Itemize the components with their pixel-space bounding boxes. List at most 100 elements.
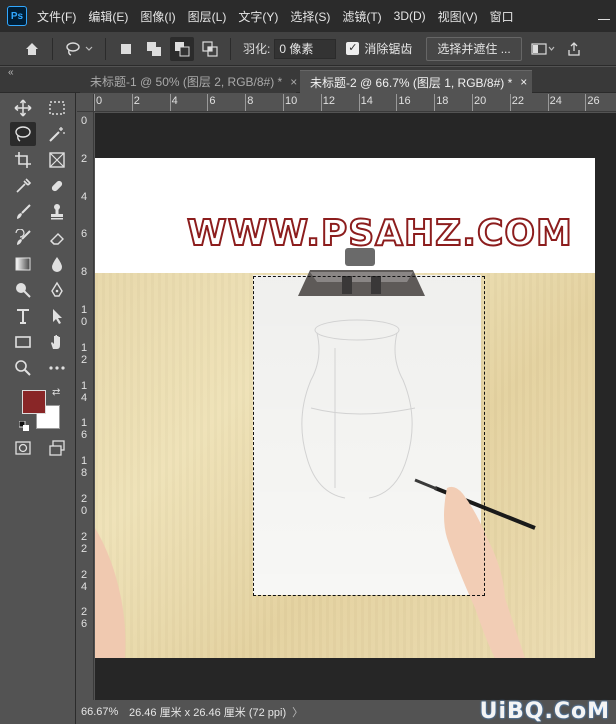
- add-to-selection-icon[interactable]: [142, 37, 166, 61]
- blur-tool-icon[interactable]: [44, 252, 70, 276]
- minimize-icon[interactable]: [598, 8, 610, 20]
- ruler-left-label: 2: [81, 152, 88, 165]
- ruler-left-label: 0: [81, 505, 88, 517]
- ruler-top-label: 14: [360, 95, 373, 107]
- share-icon[interactable]: [562, 37, 586, 61]
- menu-edit[interactable]: 编辑(E): [88, 8, 128, 25]
- menu-window[interactable]: 窗口: [490, 8, 514, 25]
- ruler-left-label: 1: [81, 379, 88, 392]
- home-icon[interactable]: [20, 37, 44, 61]
- zoom-level[interactable]: 66.67%: [77, 706, 127, 718]
- ruler-tick: [472, 94, 473, 111]
- options-bar: 羽化: ✓ 消除锯齿 选择并遮住 ...: [0, 32, 616, 66]
- canvas-workspace[interactable]: WWW.PSAHZ.COM: [95, 113, 616, 700]
- divider: [105, 37, 106, 60]
- zoom-tool-icon[interactable]: [10, 356, 36, 380]
- horizontal-ruler[interactable]: 0 2 4 6 8 10 12 14 16 18 20 22 24 26: [94, 94, 616, 112]
- ruler-tick: [207, 94, 209, 111]
- ruler-left-label: 1: [81, 417, 88, 430]
- ruler-tick: [283, 94, 284, 111]
- path-selection-tool-icon[interactable]: [44, 304, 70, 328]
- ruler-left-label: 0: [81, 316, 88, 328]
- ruler-top-label: 26: [587, 95, 600, 107]
- ruler-top-label: 12: [322, 95, 336, 107]
- site-logo: UiBQ.CoM: [479, 699, 610, 724]
- quick-mask-icon[interactable]: [10, 436, 36, 460]
- lasso-preset-icon[interactable]: [61, 37, 97, 61]
- menu-select[interactable]: 选择(S): [290, 8, 330, 25]
- ruler-left-label: 1: [81, 341, 88, 354]
- ruler-left-label: 4: [81, 391, 88, 404]
- close-icon[interactable]: ×: [520, 75, 527, 89]
- menu-image[interactable]: 图像(I): [140, 8, 175, 25]
- menu-type[interactable]: 文字(Y): [238, 8, 278, 25]
- subtract-from-selection-icon[interactable]: [170, 36, 194, 61]
- default-colors-icon[interactable]: [18, 420, 29, 431]
- ruler-top-label: 18: [436, 95, 449, 107]
- ruler-corner: [77, 94, 94, 112]
- ruler-top-label: 2: [133, 95, 140, 107]
- tab-document-1[interactable]: 未标题-1 @ 50% (图层 2, RGB/8#) * ×: [80, 70, 297, 93]
- healing-brush-tool-icon[interactable]: [44, 174, 70, 198]
- collapse-panels-icon[interactable]: «: [8, 67, 14, 78]
- toolbox: ⇄: [0, 93, 76, 724]
- ruler-top-label: 10: [285, 95, 298, 107]
- hand-tool-icon[interactable]: [44, 330, 70, 354]
- ruler-left-label: 0: [81, 115, 88, 127]
- menu-3d[interactable]: 3D(D): [394, 9, 426, 23]
- history-brush-tool-icon[interactable]: [10, 226, 36, 250]
- foreground-color-swatch[interactable]: [22, 390, 46, 414]
- frame-tool-icon[interactable]: [44, 148, 70, 172]
- eyedropper-tool-icon[interactable]: [10, 174, 36, 198]
- intersect-selection-icon[interactable]: [198, 37, 222, 61]
- ruler-tick: [320, 94, 322, 111]
- divider: [230, 37, 231, 60]
- workspace-icon[interactable]: [528, 37, 558, 61]
- ruler-top-label: 22: [511, 95, 525, 107]
- select-and-mask-button[interactable]: 选择并遮住 ...: [426, 36, 522, 61]
- pen-tool-icon[interactable]: [44, 278, 70, 302]
- menu-layer[interactable]: 图层(L): [188, 8, 227, 25]
- ruler-tick: [509, 94, 511, 111]
- menu-view[interactable]: 视图(V): [438, 8, 478, 25]
- tab-label: 未标题-1 @ 50% (图层 2, RGB/8#) *: [90, 75, 283, 89]
- magic-wand-tool-icon[interactable]: [44, 122, 70, 146]
- ruler-top-label: 20: [474, 95, 487, 107]
- document-canvas[interactable]: WWW.PSAHZ.COM: [95, 158, 595, 658]
- antialias-checkbox[interactable]: ✓: [346, 42, 360, 55]
- brush-tool-icon[interactable]: [10, 200, 36, 224]
- feather-input[interactable]: [274, 38, 337, 59]
- menu-file[interactable]: 文件(F): [37, 8, 76, 25]
- new-selection-icon[interactable]: [114, 37, 138, 61]
- ruler-tick: [94, 94, 95, 111]
- ruler-tick: [547, 94, 549, 111]
- dodge-tool-icon[interactable]: [10, 278, 36, 302]
- close-icon[interactable]: ×: [290, 75, 297, 89]
- type-tool-icon[interactable]: [10, 304, 36, 328]
- ruler-left-label: 8: [81, 467, 88, 480]
- ruler-left-label: 1: [81, 455, 88, 468]
- clone-stamp-tool-icon[interactable]: [44, 200, 70, 224]
- rectangle-tool-icon[interactable]: [10, 330, 36, 354]
- lasso-selection-marquee: [253, 276, 485, 596]
- ruler-left-label: 2: [81, 530, 88, 543]
- lasso-tool-icon[interactable]: [10, 122, 36, 146]
- document-info: 26.46 厘米 x 26.46 厘米 (72 ppi): [129, 707, 287, 719]
- crop-tool-icon[interactable]: [10, 148, 36, 172]
- more-tools-icon[interactable]: [44, 356, 70, 380]
- feather-label: 羽化:: [243, 42, 271, 56]
- vertical-ruler[interactable]: 02468101214161820222426: [77, 112, 94, 700]
- screen-mode-icon[interactable]: [44, 436, 70, 460]
- status-menu-icon[interactable]: 〉: [292, 704, 303, 720]
- ruler-left-label: 4: [81, 580, 88, 593]
- menu-filter[interactable]: 滤镜(T): [342, 8, 381, 25]
- ruler-tick: [245, 94, 247, 111]
- eraser-tool-icon[interactable]: [44, 226, 70, 250]
- swap-colors-icon[interactable]: ⇄: [52, 387, 60, 398]
- ruler-left-label: 1: [81, 304, 88, 316]
- marquee-tool-icon[interactable]: [44, 96, 70, 120]
- tab-document-2[interactable]: 未标题-2 @ 66.7% (图层 1, RGB/8#) * ×: [300, 70, 532, 93]
- ruler-tick: [358, 94, 360, 111]
- gradient-tool-icon[interactable]: [10, 252, 36, 276]
- move-tool-icon[interactable]: [10, 96, 36, 120]
